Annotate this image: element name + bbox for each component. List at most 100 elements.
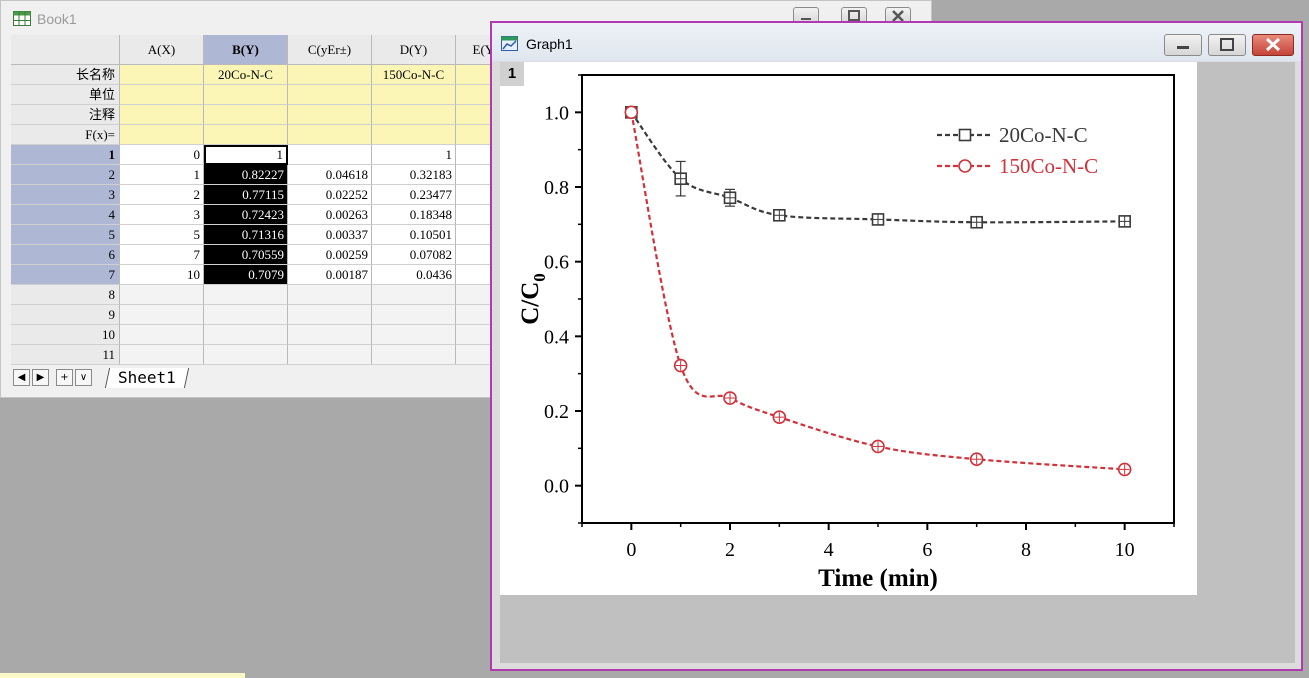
meta-cell[interactable] [372, 85, 456, 105]
row-header[interactable]: 7 [11, 265, 120, 285]
table-cell[interactable]: 0.07082 [372, 245, 456, 265]
graph-close-button[interactable] [1252, 34, 1294, 56]
first-sheet-button[interactable]: ◀ [13, 369, 30, 386]
table-cell[interactable]: 0.02252 [288, 185, 372, 205]
table-cell[interactable]: 0.04618 [288, 165, 372, 185]
meta-cell[interactable] [120, 85, 204, 105]
legend-label-1[interactable]: 150Co-N-C [999, 154, 1098, 178]
graph-window[interactable]: Graph1 0 2 4 6 8 10 0.0 0.2 0.4 0.6 0.8 1.0 Time (mi… [490, 21, 1303, 671]
table-cell[interactable] [372, 305, 456, 325]
table-cell[interactable]: 0.7079 [204, 265, 288, 285]
corner-cell[interactable] [11, 35, 120, 65]
legend-marker-1[interactable] [958, 159, 972, 173]
meta-cell[interactable] [372, 105, 456, 125]
next-sheet-button[interactable]: ▶ [32, 369, 49, 386]
column-header-b[interactable]: B(Y) [204, 35, 288, 65]
meta-cell[interactable] [120, 105, 204, 125]
row-header[interactable]: 10 [11, 325, 120, 345]
close-icon [1265, 37, 1281, 52]
table-cell[interactable] [372, 345, 456, 365]
table-cell[interactable]: 2 [120, 185, 204, 205]
table-cell[interactable] [372, 285, 456, 305]
row-header[interactable]: 8 [11, 285, 120, 305]
sheet-list-button[interactable]: ∨ [75, 369, 92, 386]
table-cell[interactable] [204, 325, 288, 345]
table-cell[interactable] [120, 325, 204, 345]
legend-marker-0[interactable] [958, 128, 972, 142]
meta-cell[interactable] [288, 85, 372, 105]
row-header[interactable]: 6 [11, 245, 120, 265]
graph-page[interactable]: 0 2 4 6 8 10 0.0 0.2 0.4 0.6 0.8 1.0 Time (min) C/C0 2… [500, 62, 1197, 595]
table-cell[interactable]: 1 [204, 145, 288, 165]
meta-cell[interactable] [204, 105, 288, 125]
meta-cell[interactable] [288, 105, 372, 125]
table-cell[interactable]: 1 [372, 145, 456, 165]
meta-cell[interactable]: 150Co-N-C [372, 65, 456, 85]
meta-row-label: 长名称 [11, 65, 120, 85]
table-cell[interactable] [288, 345, 372, 365]
table-cell[interactable] [204, 305, 288, 325]
graph-maximize-button[interactable] [1208, 34, 1246, 56]
table-cell[interactable] [288, 325, 372, 345]
table-cell[interactable] [120, 345, 204, 365]
table-cell[interactable]: 5 [120, 225, 204, 245]
meta-cell[interactable] [288, 125, 372, 145]
graph-title-bar[interactable]: Graph1 [492, 23, 1301, 61]
table-cell[interactable] [288, 285, 372, 305]
table-cell[interactable]: 0.32183 [372, 165, 456, 185]
column-header-c[interactable]: C(yEr±) [288, 35, 372, 65]
meta-cell[interactable] [204, 85, 288, 105]
table-cell[interactable]: 0.00337 [288, 225, 372, 245]
table-cell[interactable]: 0.00263 [288, 205, 372, 225]
table-cell[interactable] [120, 285, 204, 305]
table-cell[interactable]: 3 [120, 205, 204, 225]
table-cell[interactable]: 7 [120, 245, 204, 265]
layer-badge[interactable]: 1 [500, 62, 524, 86]
meta-cell[interactable] [120, 125, 204, 145]
table-cell[interactable]: 0.10501 [372, 225, 456, 245]
legend-label-0[interactable]: 20Co-N-C [999, 123, 1088, 147]
chart-svg[interactable]: 0 2 4 6 8 10 0.0 0.2 0.4 0.6 0.8 1.0 Time (min) C/C0 2… [500, 62, 1197, 595]
table-cell[interactable]: 0.82227 [204, 165, 288, 185]
row-header[interactable]: 4 [11, 205, 120, 225]
table-cell[interactable] [288, 145, 372, 165]
meta-cell[interactable] [372, 125, 456, 145]
graph-minimize-button[interactable] [1164, 34, 1202, 56]
column-header-d[interactable]: D(Y) [372, 35, 456, 65]
meta-cell[interactable] [288, 65, 372, 85]
row-header[interactable]: 1 [11, 145, 120, 165]
sheet-tab-sheet1[interactable]: Sheet1 [104, 368, 189, 388]
table-cell[interactable]: 0.00187 [288, 265, 372, 285]
table-cell[interactable]: 0.71316 [204, 225, 288, 245]
column-header-a[interactable]: A(X) [120, 35, 204, 65]
table-cell[interactable]: 0 [120, 145, 204, 165]
table-cell[interactable] [204, 285, 288, 305]
table-cell[interactable]: 0.0436 [372, 265, 456, 285]
table-cell[interactable]: 0.18348 [372, 205, 456, 225]
graph-canvas-area[interactable]: 0 2 4 6 8 10 0.0 0.2 0.4 0.6 0.8 1.0 Time (min) C/C0 2… [500, 62, 1295, 663]
table-cell[interactable]: 0.70559 [204, 245, 288, 265]
table-cell[interactable]: 10 [120, 265, 204, 285]
meta-cell[interactable] [120, 65, 204, 85]
row-header[interactable]: 11 [11, 345, 120, 365]
table-cell[interactable]: 0.23477 [372, 185, 456, 205]
data-point[interactable] [624, 105, 639, 120]
table-cell[interactable] [120, 305, 204, 325]
meta-cell[interactable] [204, 125, 288, 145]
table-cell[interactable]: 0.77115 [204, 185, 288, 205]
meta-cell[interactable]: 20Co-N-C [204, 65, 288, 85]
table-cell[interactable] [288, 305, 372, 325]
meta-row-label: 单位 [11, 85, 120, 105]
table-cell[interactable]: 1 [120, 165, 204, 185]
table-cell[interactable] [372, 325, 456, 345]
bottom-strip [0, 673, 245, 678]
add-sheet-button[interactable]: + [56, 369, 73, 386]
table-cell[interactable]: 0.00259 [288, 245, 372, 265]
row-header[interactable]: 9 [11, 305, 120, 325]
table-cell[interactable]: 0.72423 [204, 205, 288, 225]
x-tick-label: 2 [725, 539, 735, 561]
row-header[interactable]: 5 [11, 225, 120, 245]
table-cell[interactable] [204, 345, 288, 365]
row-header[interactable]: 3 [11, 185, 120, 205]
row-header[interactable]: 2 [11, 165, 120, 185]
